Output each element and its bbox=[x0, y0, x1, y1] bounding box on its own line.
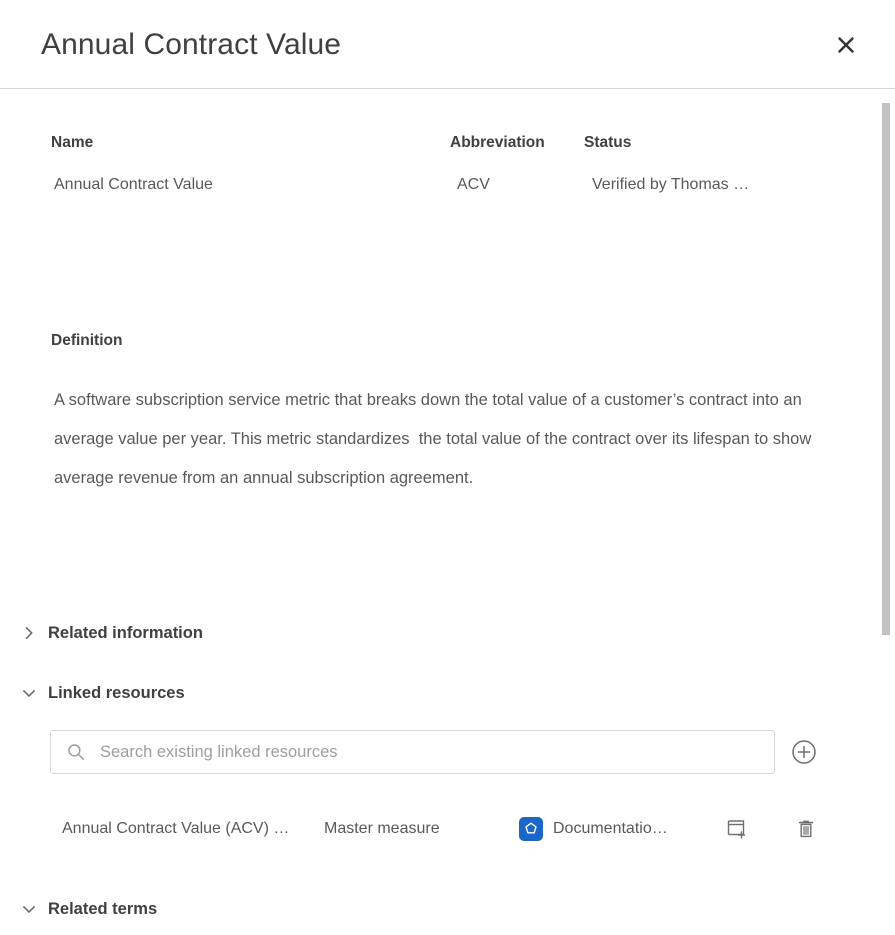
table-row[interactable]: Annual Contract Value (ACV) … Master mea… bbox=[0, 807, 860, 851]
search-input-linked-resources[interactable] bbox=[100, 731, 774, 773]
column-header-abbreviation: Abbreviation bbox=[450, 134, 545, 152]
close-button[interactable] bbox=[829, 28, 863, 62]
delete-resource-button[interactable] bbox=[791, 814, 821, 844]
resource-type: Master measure bbox=[324, 820, 440, 838]
add-linked-resource-button[interactable] bbox=[789, 737, 819, 767]
chevron-down-icon bbox=[18, 898, 40, 920]
chevron-right-icon bbox=[18, 622, 40, 644]
resource-app: Documentatio… bbox=[519, 817, 668, 841]
section-title-related-information: Related information bbox=[48, 624, 203, 643]
card-plus-icon bbox=[726, 818, 748, 840]
column-header-name: Name bbox=[51, 134, 93, 152]
scrollbar-track[interactable] bbox=[881, 89, 891, 935]
trash-icon bbox=[795, 818, 817, 840]
status-badge: Verified by Thomas … bbox=[592, 176, 749, 194]
section-title-linked-resources: Linked resources bbox=[48, 684, 185, 703]
panel-header: Annual Contract Value bbox=[0, 0, 895, 89]
value-name: Annual Contract Value bbox=[54, 176, 213, 194]
metadata-value-row: Annual Contract Value ACV Verified by Th… bbox=[0, 176, 880, 218]
add-to-collection-button[interactable] bbox=[722, 814, 752, 844]
qlik-app-icon bbox=[519, 817, 543, 841]
metadata-grid: Name Abbreviation Status Annual Contract… bbox=[0, 89, 880, 218]
linked-resources-search-box[interactable] bbox=[50, 730, 775, 774]
metadata-header-row: Name Abbreviation Status bbox=[0, 134, 880, 176]
plus-circle-icon bbox=[791, 739, 817, 765]
section-header-related-terms[interactable]: Related terms bbox=[18, 894, 157, 924]
section-header-linked-resources[interactable]: Linked resources bbox=[18, 678, 185, 708]
page-title: Annual Contract Value bbox=[41, 25, 341, 65]
resource-name: Annual Contract Value (ACV) … bbox=[62, 820, 289, 838]
value-abbreviation: ACV bbox=[457, 176, 490, 194]
scrollbar-thumb[interactable] bbox=[882, 103, 890, 635]
panel-body: Name Abbreviation Status Annual Contract… bbox=[0, 89, 895, 935]
section-title-related-terms: Related terms bbox=[48, 900, 157, 919]
search-icon bbox=[66, 742, 86, 762]
definition-label: Definition bbox=[51, 332, 122, 350]
chevron-down-icon bbox=[18, 682, 40, 704]
close-icon bbox=[835, 34, 857, 56]
definition-text: A software subscription service metric t… bbox=[54, 381, 829, 498]
column-header-status: Status bbox=[584, 134, 631, 152]
section-header-related-information[interactable]: Related information bbox=[18, 618, 203, 648]
resource-app-name: Documentatio… bbox=[553, 820, 668, 838]
linked-resources-search-row bbox=[50, 730, 819, 774]
